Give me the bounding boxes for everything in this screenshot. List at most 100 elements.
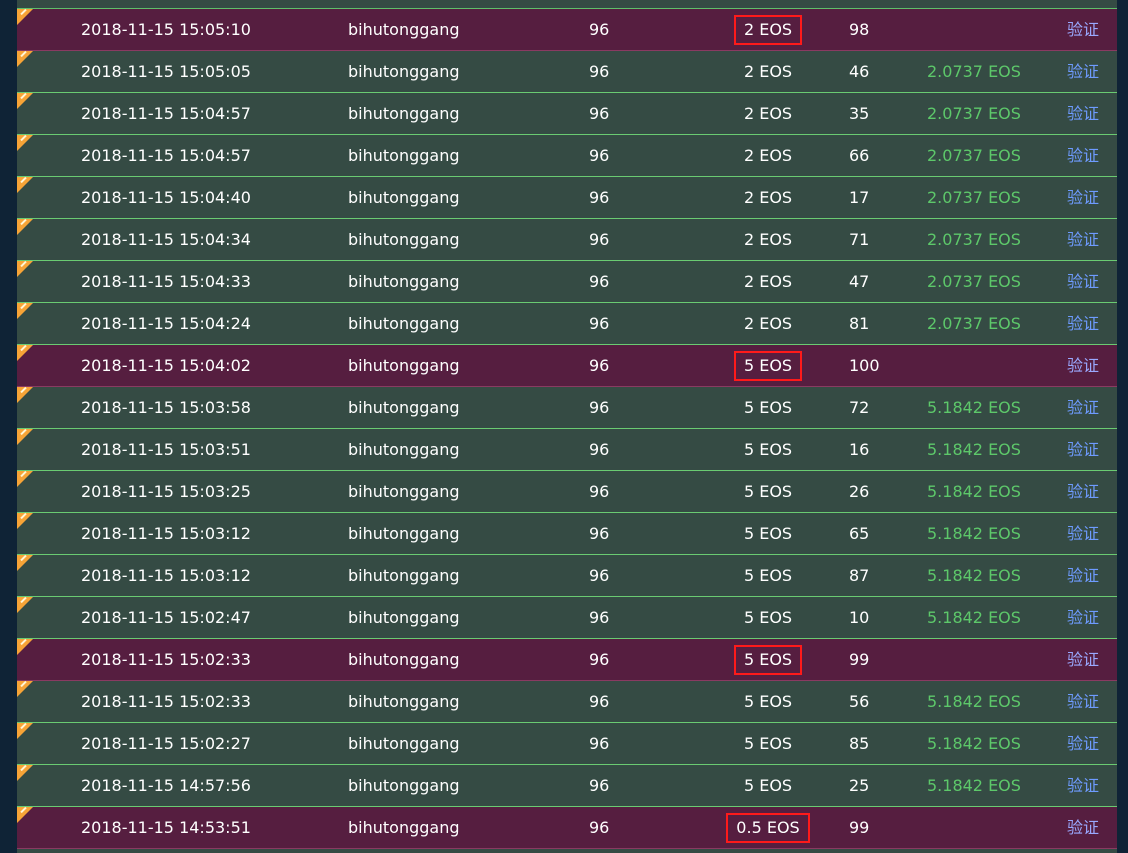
bet-amount-value: 5 EOS bbox=[743, 734, 793, 753]
verify-link[interactable]: 验证 bbox=[1067, 765, 1099, 806]
payout-amount: 2.0737 EOS bbox=[927, 314, 1021, 333]
verify-link[interactable]: 验证 bbox=[1067, 639, 1099, 680]
verify-link[interactable]: 验证 bbox=[1067, 807, 1099, 848]
bet-amount-value: 2 EOS bbox=[743, 314, 793, 333]
bet-amount-value: 5 EOS bbox=[733, 351, 803, 381]
bet-time: 2018-11-15 15:04:02 bbox=[81, 356, 251, 375]
verify-link[interactable]: 验证 bbox=[1067, 51, 1099, 92]
corner-ribbon-icon bbox=[17, 429, 33, 445]
bet-amount: 0.5 EOS bbox=[720, 807, 816, 848]
bet-amount: 2 EOS bbox=[720, 219, 816, 260]
bet-amount-value: 5 EOS bbox=[743, 608, 793, 627]
bet-amount: 5 EOS bbox=[720, 387, 816, 428]
player-name: bihutonggang bbox=[348, 482, 460, 501]
payout-amount: 2.0737 EOS bbox=[927, 146, 1021, 165]
target-number: 96 bbox=[589, 188, 610, 207]
player-name: bihutonggang bbox=[348, 20, 460, 39]
table-row: 2018-11-15 15:03:12 bihutonggang 96 5 EO… bbox=[17, 555, 1117, 597]
verify-link[interactable]: 验证 bbox=[1067, 345, 1099, 386]
verify-link[interactable]: 验证 bbox=[1067, 261, 1099, 302]
table-row: 2018-11-15 14:53:51 bihutonggang 96 0.5 … bbox=[17, 807, 1117, 849]
verify-link[interactable]: 验证 bbox=[1067, 723, 1099, 764]
bet-amount: 5 EOS bbox=[720, 639, 816, 680]
corner-ribbon-icon bbox=[17, 555, 33, 571]
payout-amount: 2.0737 EOS bbox=[927, 104, 1021, 123]
target-number: 96 bbox=[589, 314, 610, 333]
target-number: 96 bbox=[589, 776, 610, 795]
table-row: 2018-11-15 15:02:33 bihutonggang 96 5 EO… bbox=[17, 681, 1117, 723]
payout-amount: 2.0737 EOS bbox=[927, 62, 1021, 81]
bet-time: 2018-11-15 14:53:51 bbox=[81, 818, 251, 837]
verify-link[interactable]: 验证 bbox=[1067, 387, 1099, 428]
player-name: bihutonggang bbox=[348, 608, 460, 627]
corner-ribbon-icon bbox=[17, 345, 33, 361]
verify-link[interactable]: 验证 bbox=[1067, 429, 1099, 470]
bet-time: 2018-11-15 15:04:24 bbox=[81, 314, 251, 333]
table-row: 2018-11-15 15:02:33 bihutonggang 96 5 EO… bbox=[17, 639, 1117, 681]
table-row: 2018-11-15 15:04:40 bihutonggang 96 2 EO… bbox=[17, 177, 1117, 219]
payout-amount: 5.1842 EOS bbox=[927, 566, 1021, 585]
player-name: bihutonggang bbox=[348, 524, 460, 543]
roll-result: 65 bbox=[849, 524, 870, 543]
table-row: 2018-11-15 15:03:51 bihutonggang 96 5 EO… bbox=[17, 429, 1117, 471]
bet-rows: 2018-11-15 15:05:10 bihutonggang 96 2 EO… bbox=[17, 9, 1117, 849]
table-row: 2018-11-15 15:03:58 bihutonggang 96 5 EO… bbox=[17, 387, 1117, 429]
verify-link[interactable]: 验证 bbox=[1067, 513, 1099, 554]
player-name: bihutonggang bbox=[348, 818, 460, 837]
bet-amount: 2 EOS bbox=[720, 9, 816, 50]
roll-result: 66 bbox=[849, 146, 870, 165]
payout-amount: 2.0737 EOS bbox=[927, 272, 1021, 291]
bet-amount: 5 EOS bbox=[720, 555, 816, 596]
verify-link[interactable]: 验证 bbox=[1067, 9, 1099, 50]
bet-amount-value: 5 EOS bbox=[733, 645, 803, 675]
verify-link[interactable]: 验证 bbox=[1067, 681, 1099, 722]
verify-link[interactable]: 验证 bbox=[1067, 93, 1099, 134]
bet-amount: 5 EOS bbox=[720, 471, 816, 512]
target-number: 96 bbox=[589, 146, 610, 165]
roll-result: 25 bbox=[849, 776, 870, 795]
target-number: 96 bbox=[589, 62, 610, 81]
target-number: 96 bbox=[589, 650, 610, 669]
table-row: 2018-11-15 15:04:24 bihutonggang 96 2 EO… bbox=[17, 303, 1117, 345]
roll-result: 56 bbox=[849, 692, 870, 711]
bet-time: 2018-11-15 15:02:33 bbox=[81, 650, 251, 669]
player-name: bihutonggang bbox=[348, 230, 460, 249]
verify-link[interactable]: 验证 bbox=[1067, 177, 1099, 218]
verify-link[interactable]: 验证 bbox=[1067, 555, 1099, 596]
verify-link[interactable]: 验证 bbox=[1067, 219, 1099, 260]
bet-time: 2018-11-15 15:05:10 bbox=[81, 20, 251, 39]
payout-amount: 5.1842 EOS bbox=[927, 440, 1021, 459]
verify-link[interactable]: 验证 bbox=[1067, 135, 1099, 176]
table-row: 2018-11-15 15:03:12 bihutonggang 96 5 EO… bbox=[17, 513, 1117, 555]
bet-amount-value: 5 EOS bbox=[743, 776, 793, 795]
target-number: 96 bbox=[589, 440, 610, 459]
payout-amount: 2.0737 EOS bbox=[927, 188, 1021, 207]
bet-amount: 2 EOS bbox=[720, 93, 816, 134]
bet-time: 2018-11-15 15:03:25 bbox=[81, 482, 251, 501]
target-number: 96 bbox=[589, 272, 610, 291]
table-row: 2018-11-15 15:04:33 bihutonggang 96 2 EO… bbox=[17, 261, 1117, 303]
roll-result: 47 bbox=[849, 272, 870, 291]
corner-ribbon-icon bbox=[17, 807, 33, 823]
payout-amount: 5.1842 EOS bbox=[927, 524, 1021, 543]
table-row: 2018-11-15 15:04:57 bihutonggang 96 2 EO… bbox=[17, 135, 1117, 177]
bet-amount-value: 2 EOS bbox=[743, 188, 793, 207]
verify-link[interactable]: 验证 bbox=[1067, 471, 1099, 512]
bet-amount: 2 EOS bbox=[720, 177, 816, 218]
table-row: 2018-11-15 15:04:57 bihutonggang 96 2 EO… bbox=[17, 93, 1117, 135]
bet-amount-value: 5 EOS bbox=[743, 692, 793, 711]
corner-ribbon-icon bbox=[17, 177, 33, 193]
table-row: 2018-11-15 15:02:47 bihutonggang 96 5 EO… bbox=[17, 597, 1117, 639]
verify-link[interactable]: 验证 bbox=[1067, 303, 1099, 344]
player-name: bihutonggang bbox=[348, 146, 460, 165]
bet-amount-value: 2 EOS bbox=[733, 15, 803, 45]
bet-amount: 2 EOS bbox=[720, 135, 816, 176]
player-name: bihutonggang bbox=[348, 734, 460, 753]
bet-amount-value: 2 EOS bbox=[743, 230, 793, 249]
player-name: bihutonggang bbox=[348, 776, 460, 795]
bet-time: 2018-11-15 15:04:57 bbox=[81, 146, 251, 165]
verify-link[interactable]: 验证 bbox=[1067, 597, 1099, 638]
roll-result: 87 bbox=[849, 566, 870, 585]
payout-amount: 5.1842 EOS bbox=[927, 776, 1021, 795]
bet-time: 2018-11-15 14:57:56 bbox=[81, 776, 251, 795]
